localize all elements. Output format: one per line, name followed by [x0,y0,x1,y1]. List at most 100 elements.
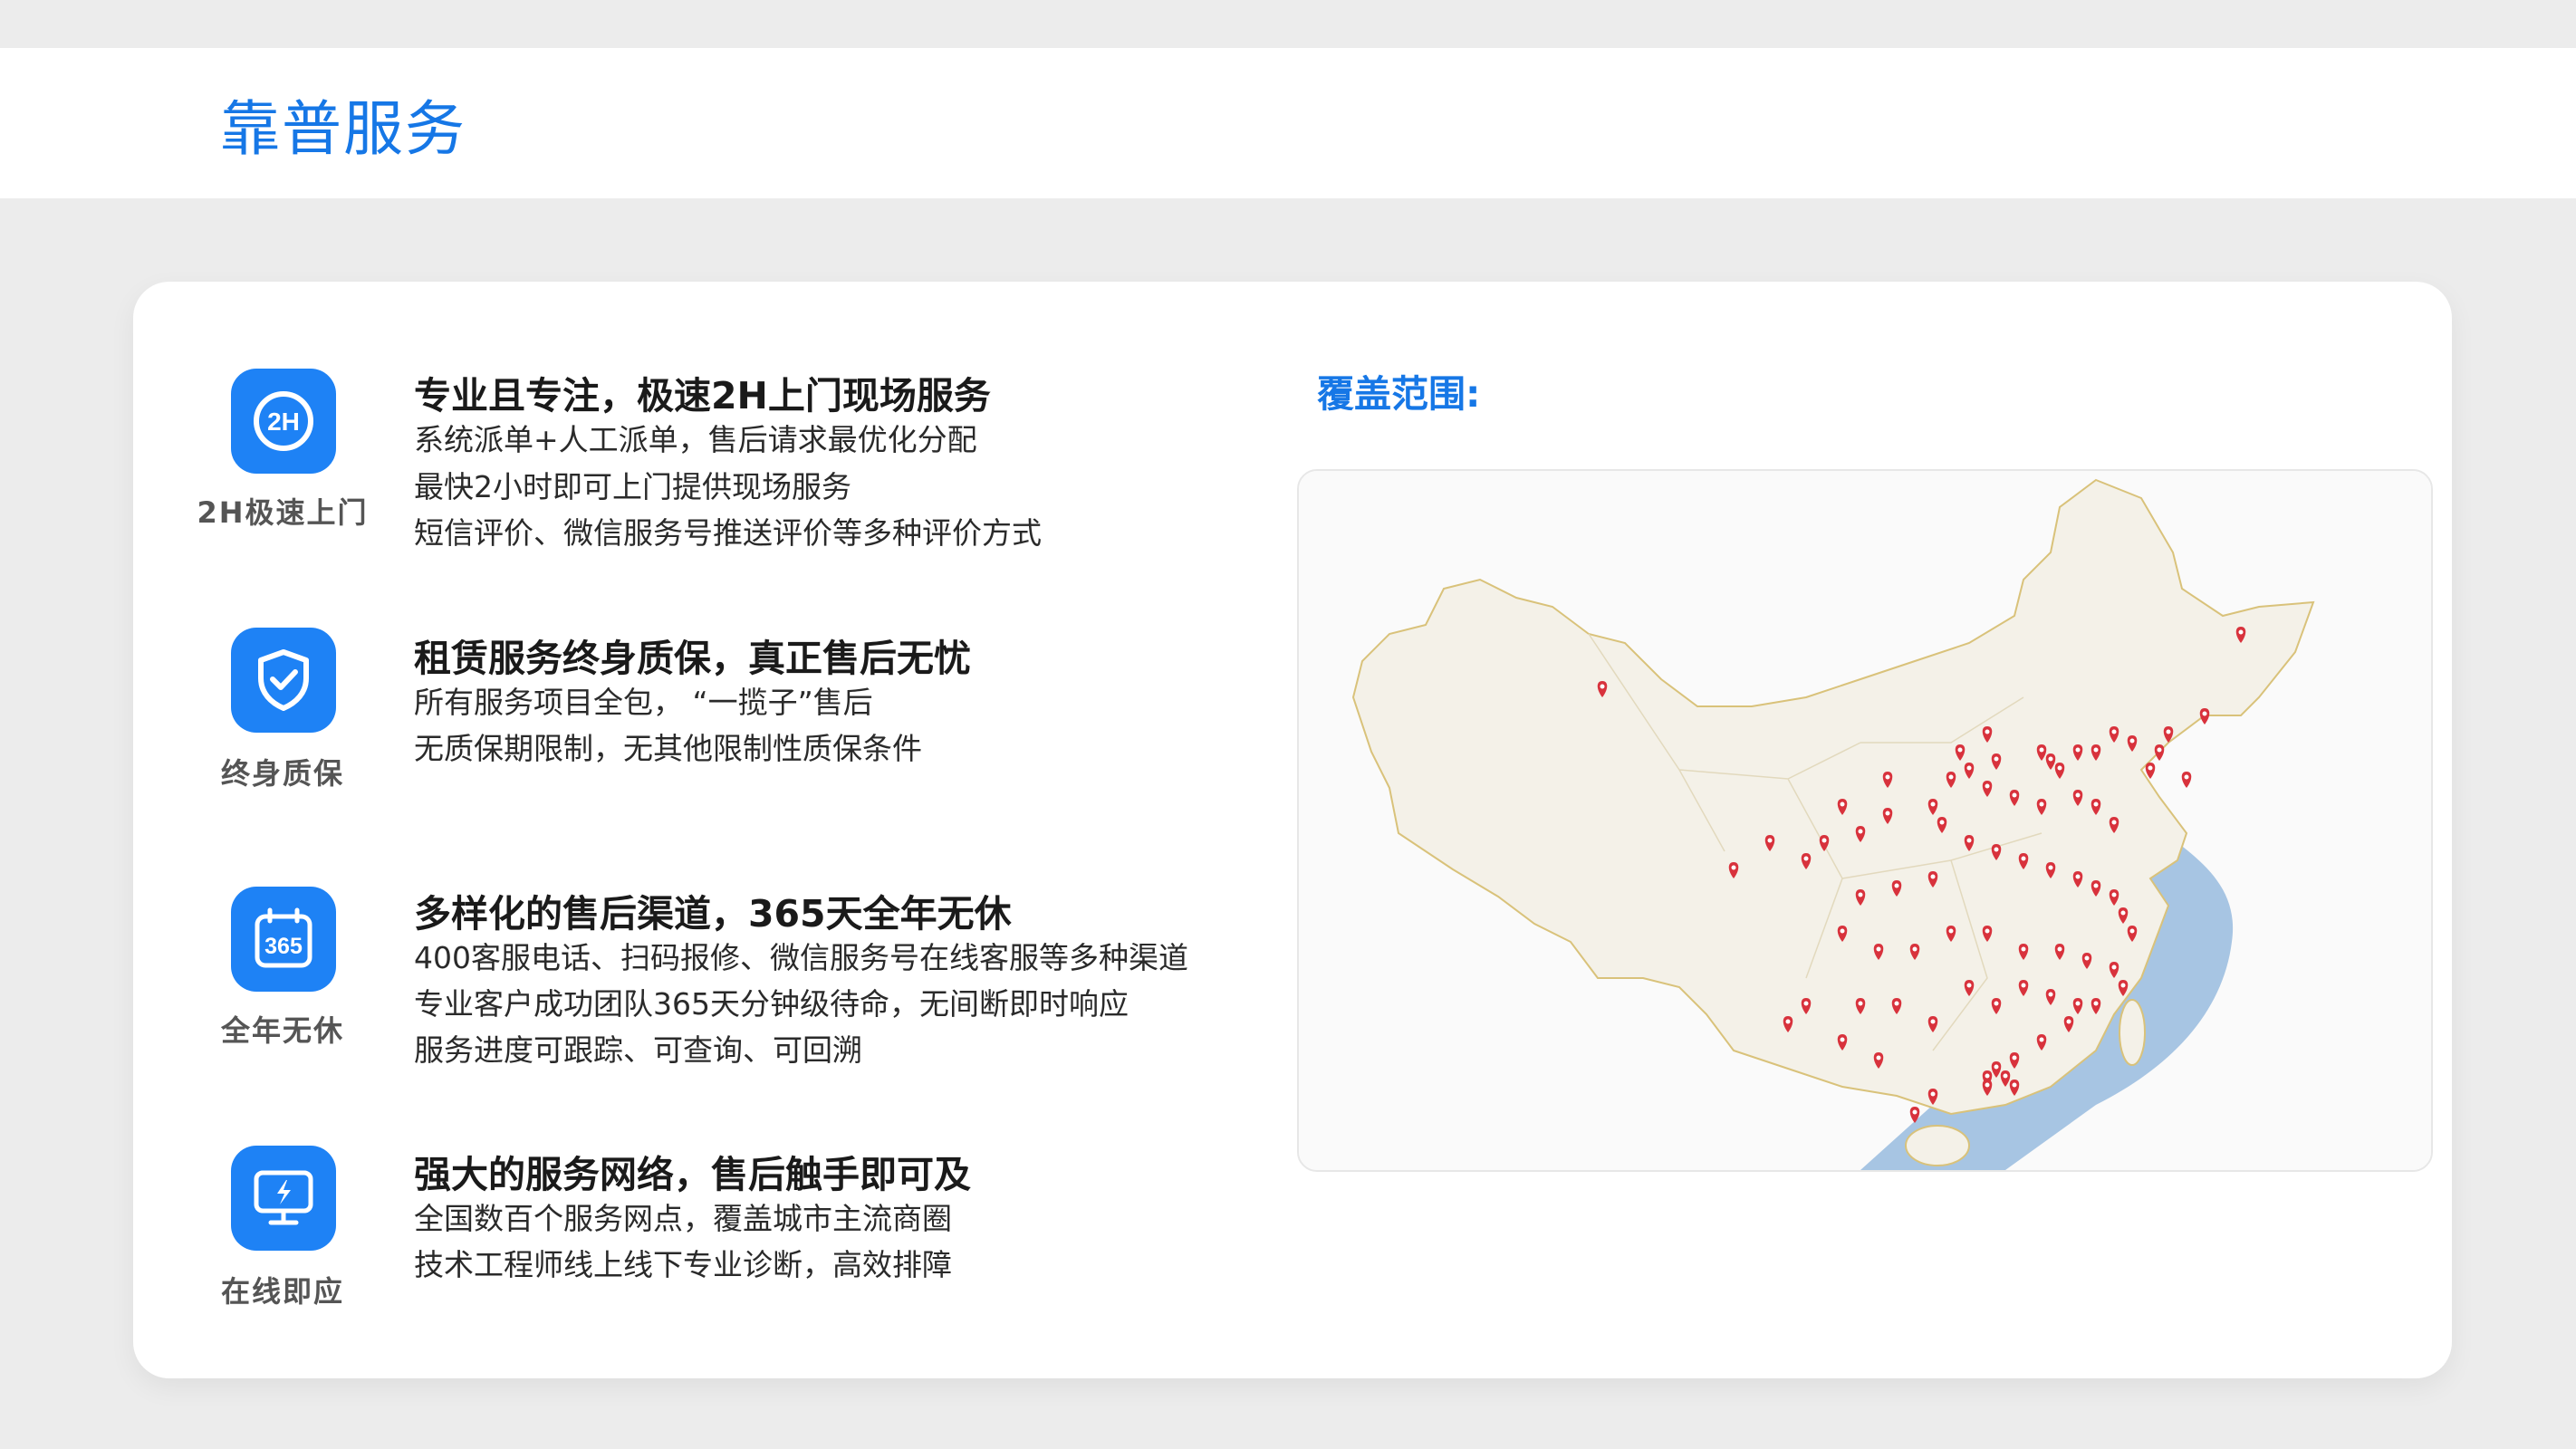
map-pin-dot [2129,738,2135,744]
map-pin-dot [1930,1019,1936,1024]
map-pin-dot [1785,1019,1791,1024]
coverage-map [1297,469,2433,1172]
map-pin-dot [2012,1082,2017,1088]
365-icon-text: 365 [264,934,303,959]
map-pin-dot [2048,865,2053,870]
map-pin-dot [2120,983,2126,988]
line-online-1: 全国数百个服务网点，覆盖城市主流商圈 [414,1201,952,1236]
taiwan-island [2119,999,2146,1066]
map-pin-dot [2166,729,2171,734]
line-365-1: 400客服电话、扫码报修、微信服务号在线客服等多种渠道 [414,940,1188,975]
map-pin-dot [1957,747,1963,753]
map-pin-dot [1876,946,1881,952]
map-pin-dot [2093,883,2099,888]
map-pin-dot [1767,838,1773,843]
map-pin-dot [1985,1073,1990,1079]
heading-2h: 专业且专注，极速2H上门现场服务 [414,374,991,417]
map-pin-dot [2120,910,2126,916]
line-365-3: 服务进度可跟踪、可查询、可回溯 [414,1032,862,1068]
map-pin-dot [2111,729,2117,734]
line-warranty-1: 所有服务项目全包， “一揽子”售后 [414,685,873,720]
map-pin-dot [2075,747,2081,753]
map-pin-dot [1948,774,1954,780]
service-card: 2H 2H极速上门 专业且专注，极速2H上门现场服务 系统派单+人工派单，售后请… [133,282,2452,1378]
map-pin-dot [1985,783,1990,789]
map-pin-dot [2048,992,2053,997]
map-pin-dot [1985,729,1990,734]
map-pin-dot [1600,684,1605,689]
map-pin-dot [1966,983,1972,988]
map-pin-dot [1966,838,1972,843]
caption-online: 在线即应 [220,1274,344,1309]
map-pin-dot [1876,1055,1881,1060]
line-2h-2: 最快2小时即可上门提供现场服务 [414,469,851,504]
map-pin-dot [2129,928,2135,934]
map-pin-dot [1840,928,1845,934]
map-pin-dot [2148,765,2153,771]
line-2h-3: 短信评价、微信服务号推送评价等多种评价方式 [414,515,1042,551]
map-pin-dot [1803,1001,1809,1006]
map-pin-dot [1994,847,1999,852]
map-pin-dot [2093,747,2099,753]
caption-warranty: 终身质保 [220,756,344,791]
line-2h-1: 系统派单+人工派单，售后请求最优化分配 [414,422,977,457]
line-warranty-2: 无质保期限制，无其他限制性质保条件 [414,731,922,766]
caption-2h: 2H极速上门 [197,495,369,530]
calendar-365-icon: 365 [231,887,336,992]
map-pin-dot [1858,892,1863,897]
map-pin-dot [2003,1073,2008,1079]
map-pin-dot [1994,1001,1999,1006]
line-online-2: 技术工程师线上线下专业诊断，高效排障 [414,1247,952,1282]
map-pin-dot [2057,946,2062,952]
map-pin-dot [2111,820,2117,825]
heading-365: 多样化的售后渠道，365天全年无休 [414,892,1012,936]
map-pin-dot [1930,874,1936,879]
map-pin-dot [2093,1001,2099,1006]
map-pin-dot [1885,774,1890,780]
map-pin-dot [2021,856,2026,861]
map-pin-dot [1858,1001,1863,1006]
feature-365: 365 全年无休 多样化的售后渠道，365天全年无休 400客服电话、扫码报修、… [133,887,1401,1104]
monitor-lightning-icon [231,1146,336,1251]
feature-2h: 2H 2H极速上门 专业且专注，极速2H上门现场服务 系统派单+人工派单，售后请… [133,369,1401,586]
map-pin-dot [1966,765,1972,771]
map-pin-dot [2202,711,2207,716]
map-pin-dot [1930,1091,1936,1097]
map-pin-dot [2157,747,2162,753]
2h-icon: 2H [231,369,336,474]
map-pin-dot [1894,1001,1899,1006]
map-pin-dot [2075,1001,2081,1006]
map-pin-dot [2075,874,2081,879]
feature-online: 在线即应 强大的服务网络，售后触手即可及 全国数百个服务网点，覆盖城市主流商圈 … [133,1146,1401,1363]
feature-warranty: 终身质保 租赁服务终身质保，真正售后无忧 所有服务项目全包， “一揽子”售后 无… [133,628,1401,845]
map-pin-dot [1912,1109,1918,1115]
map-pin-dot [2111,892,2117,897]
caption-365: 全年无休 [220,1013,344,1048]
line-365-2: 专业客户成功团队365天分钟级待命，无间断即时响应 [414,986,1129,1022]
map-pin-dot [2093,801,2099,807]
map-pin-dot [2075,792,2081,798]
map-pin-dot [1985,928,1990,934]
heading-online: 强大的服务网络，售后触手即可及 [414,1153,971,1196]
map-pin-dot [1985,1082,1990,1088]
map-pin-dot [2012,792,2017,798]
map-pin-dot [2012,1055,2017,1060]
map-pin-dot [2084,955,2090,961]
map-pin-dot [2021,983,2026,988]
map-pin-dot [2021,946,2026,952]
map-pin-dot [1858,829,1863,834]
hainan-island [1905,1125,1970,1166]
map-pin-dot [1885,811,1890,816]
map-pin-dot [2184,774,2189,780]
map-pin-dot [1840,1037,1845,1042]
map-pin-dot [1930,801,1936,807]
coverage-title: 覆盖范围: [1317,372,1481,416]
map-pin-dot [2048,756,2053,762]
2h-icon-text: 2H [267,408,300,436]
map-pin-dot [2066,1019,2071,1024]
map-pin-dot [2111,964,2117,970]
map-pin-dot [1939,820,1945,825]
map-pin-dot [1994,756,1999,762]
map-pin-dot [2039,801,2044,807]
map-pin-dot [1894,883,1899,888]
